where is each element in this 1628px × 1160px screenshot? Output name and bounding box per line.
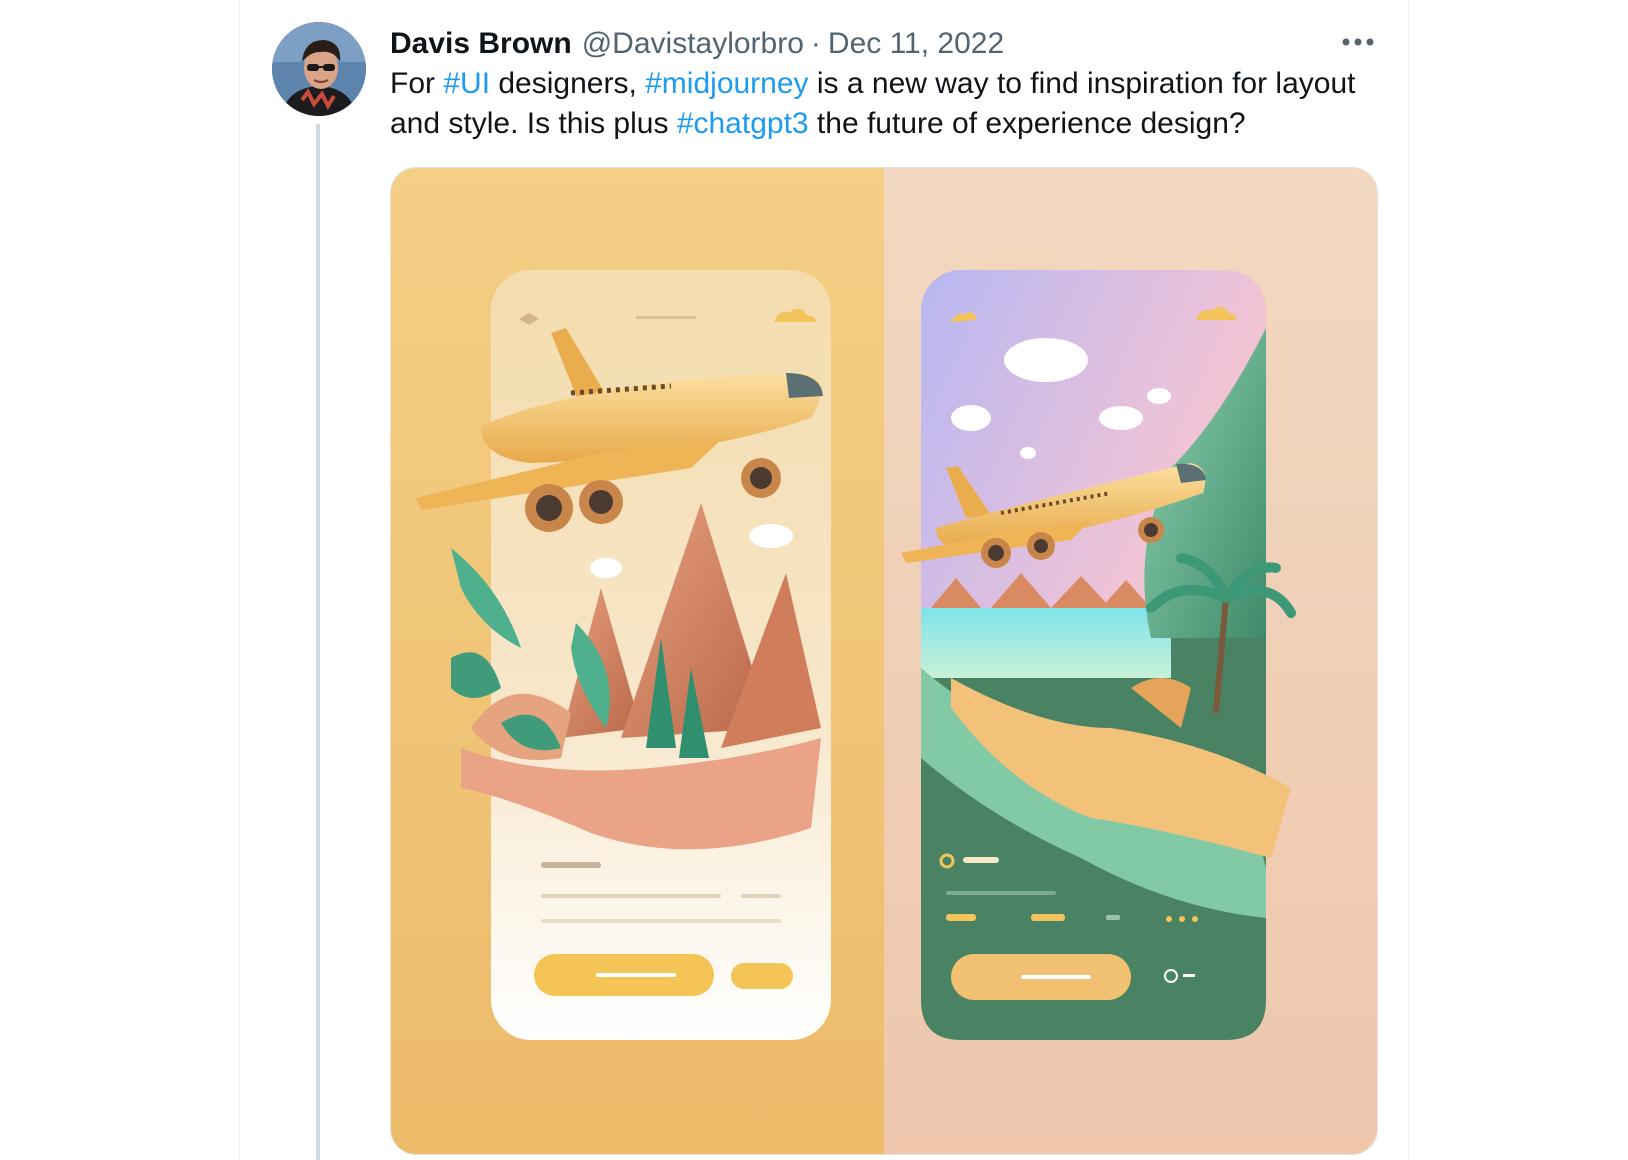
thread-line bbox=[316, 124, 320, 1160]
tweet-text: For #UI designers, #midjourney is a new … bbox=[390, 64, 1390, 144]
author-name[interactable]: Davis Brown bbox=[390, 27, 572, 61]
hashtag-chatgpt3[interactable]: #chatgpt3 bbox=[677, 107, 809, 140]
avatar-photo bbox=[272, 22, 366, 116]
tweet-text-part: designers, bbox=[490, 67, 646, 100]
media-illustration bbox=[391, 168, 1377, 1154]
tweet-text-part: the future of experience design? bbox=[808, 107, 1246, 140]
tweet-date[interactable]: Dec 11, 2022 bbox=[828, 27, 1004, 61]
separator-dot: · bbox=[810, 27, 821, 60]
avatar[interactable] bbox=[272, 22, 366, 116]
timeline-border-left bbox=[239, 0, 240, 1160]
more-button[interactable] bbox=[1336, 26, 1380, 58]
tweet-text-part: For bbox=[390, 67, 444, 100]
more-dots-icon bbox=[1342, 38, 1374, 46]
hashtag-ui[interactable]: #UI bbox=[443, 67, 490, 100]
tweet-header: Davis Brown @Davistaylorbro · Dec 11, 20… bbox=[390, 24, 1004, 64]
hashtag-midjourney[interactable]: #midjourney bbox=[645, 67, 808, 100]
timeline-border-right bbox=[1408, 0, 1409, 1160]
tweet-media-image[interactable] bbox=[390, 167, 1378, 1155]
author-handle[interactable]: @Davistaylorbro bbox=[582, 27, 804, 61]
